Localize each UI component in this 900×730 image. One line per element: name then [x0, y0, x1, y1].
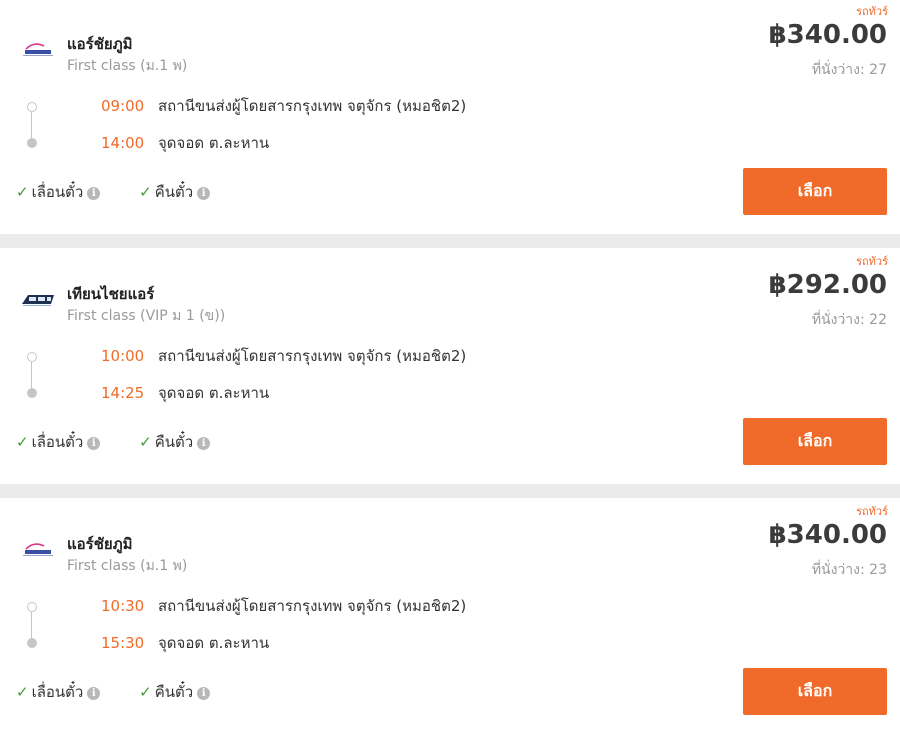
airchaiyaphum-logo	[23, 43, 53, 56]
departure-stop: 10:00 สถานีขนส่งผู้โดยสารกรุงเทพ จตุจักร…	[101, 344, 466, 368]
seats-available: ที่นั่งว่าง: 27	[811, 62, 887, 78]
check-icon: ✓	[139, 683, 152, 701]
departure-place: สถานีขนส่งผู้โดยสารกรุงเทพ จตุจักร (หมอช…	[158, 597, 467, 615]
reschedule-policy: ✓ เลื่อนตั๋ว i	[16, 680, 101, 704]
arrival-time: 14:25	[101, 384, 145, 402]
reschedule-label: เลื่อนตั๋ว	[31, 433, 84, 451]
departure-dot-icon	[27, 102, 37, 112]
reschedule-label: เลื่อนตั๋ว	[31, 683, 84, 701]
seat-class: First class (ม.1 พ)	[67, 558, 188, 574]
route-timeline	[26, 602, 38, 648]
departure-dot-icon	[27, 352, 37, 362]
info-icon[interactable]: i	[87, 187, 101, 200]
info-icon[interactable]: i	[197, 437, 211, 450]
departure-place: สถานีขนส่งผู้โดยสารกรุงเทพ จตุจักร (หมอช…	[158, 97, 467, 115]
departure-time: 10:00	[101, 347, 145, 365]
refund-label: คืนตั๋ว	[154, 683, 194, 701]
reschedule-label: เลื่อนตั๋ว	[31, 183, 84, 201]
ticket-policies: ✓ เลื่อนตั๋ว i ✓ คืนตั๋ว i	[16, 430, 244, 454]
ticket-policies: ✓ เลื่อนตั๋ว i ✓ คืนตั๋ว i	[16, 180, 244, 204]
bus-type-label: รถทัวร์	[856, 505, 888, 518]
reschedule-policy: ✓ เลื่อนตั๋ว i	[16, 430, 101, 454]
arrival-place: จุดจอด ต.ละหาน	[158, 384, 270, 402]
departure-place: สถานีขนส่งผู้โดยสารกรุงเทพ จตุจักร (หมอช…	[158, 347, 467, 365]
departure-stop: 09:00 สถานีขนส่งผู้โดยสารกรุงเทพ จตุจักร…	[101, 94, 466, 118]
operator-name: แอร์ชัยภูมิ	[67, 35, 133, 53]
info-icon[interactable]: i	[87, 687, 101, 700]
arrival-place: จุดจอด ต.ละหาน	[158, 634, 270, 652]
arrival-dot-icon	[27, 638, 37, 648]
bus-type-label: รถทัวร์	[856, 255, 888, 268]
route-timeline	[26, 352, 38, 398]
seat-class: First class (VIP ม 1 (ข))	[67, 308, 226, 324]
bus-result-card: รถทัวร์ แอร์ชัยภูมิ First class (ม.1 พ) …	[0, 498, 900, 730]
ticket-price: ฿340.00	[768, 520, 887, 550]
arrival-stop: 15:30 จุดจอด ต.ละหาน	[101, 631, 269, 655]
check-icon: ✓	[16, 433, 29, 451]
refund-label: คืนตั๋ว	[154, 433, 194, 451]
departure-stop: 10:30 สถานีขนส่งผู้โดยสารกรุงเทพ จตุจักร…	[101, 594, 466, 618]
departure-time: 09:00	[101, 97, 145, 115]
select-button[interactable]: เลือก	[743, 418, 887, 465]
refund-policy: ✓ คืนตั๋ว i	[139, 680, 211, 704]
ticket-price: ฿340.00	[768, 20, 887, 50]
check-icon: ✓	[16, 683, 29, 701]
refund-policy: ✓ คืนตั๋ว i	[139, 430, 211, 454]
refund-policy: ✓ คืนตั๋ว i	[139, 180, 211, 204]
check-icon: ✓	[16, 183, 29, 201]
seat-class: First class (ม.1 พ)	[67, 58, 188, 74]
operator-name: เทียนไชยแอร์	[67, 285, 155, 303]
arrival-dot-icon	[27, 138, 37, 148]
seats-available: ที่นั่งว่าง: 22	[811, 312, 887, 328]
route-line	[31, 612, 32, 640]
select-button[interactable]: เลือก	[743, 668, 887, 715]
route-timeline	[26, 102, 38, 148]
ticket-price: ฿292.00	[768, 270, 887, 300]
select-button[interactable]: เลือก	[743, 168, 887, 215]
tienchaiair-logo	[22, 295, 54, 306]
reschedule-policy: ✓ เลื่อนตั๋ว i	[16, 180, 101, 204]
check-icon: ✓	[139, 433, 152, 451]
info-icon[interactable]: i	[197, 687, 211, 700]
check-icon: ✓	[139, 183, 152, 201]
arrival-time: 15:30	[101, 634, 145, 652]
info-icon[interactable]: i	[87, 437, 101, 450]
seats-available: ที่นั่งว่าง: 23	[811, 562, 887, 578]
operator-name: แอร์ชัยภูมิ	[67, 535, 133, 553]
bus-result-card: รถทัวร์ เทียนไชยแอร์ First class (VIP ม …	[0, 248, 900, 484]
departure-dot-icon	[27, 602, 37, 612]
departure-time: 10:30	[101, 597, 145, 615]
arrival-stop: 14:25 จุดจอด ต.ละหาน	[101, 381, 269, 405]
route-line	[31, 112, 32, 140]
refund-label: คืนตั๋ว	[154, 183, 194, 201]
arrival-dot-icon	[27, 388, 37, 398]
bus-result-card: รถทัวร์ แอร์ชัยภูมิ First class (ม.1 พ) …	[0, 0, 900, 234]
route-line	[31, 362, 32, 390]
arrival-stop: 14:00 จุดจอด ต.ละหาน	[101, 131, 269, 155]
airchaiyaphum-logo	[23, 543, 53, 556]
arrival-time: 14:00	[101, 134, 145, 152]
bus-type-label: รถทัวร์	[856, 5, 888, 18]
bus-results-list: รถทัวร์ แอร์ชัยภูมิ First class (ม.1 พ) …	[0, 0, 900, 730]
ticket-policies: ✓ เลื่อนตั๋ว i ✓ คืนตั๋ว i	[16, 680, 244, 704]
info-icon[interactable]: i	[197, 187, 211, 200]
arrival-place: จุดจอด ต.ละหาน	[158, 134, 270, 152]
